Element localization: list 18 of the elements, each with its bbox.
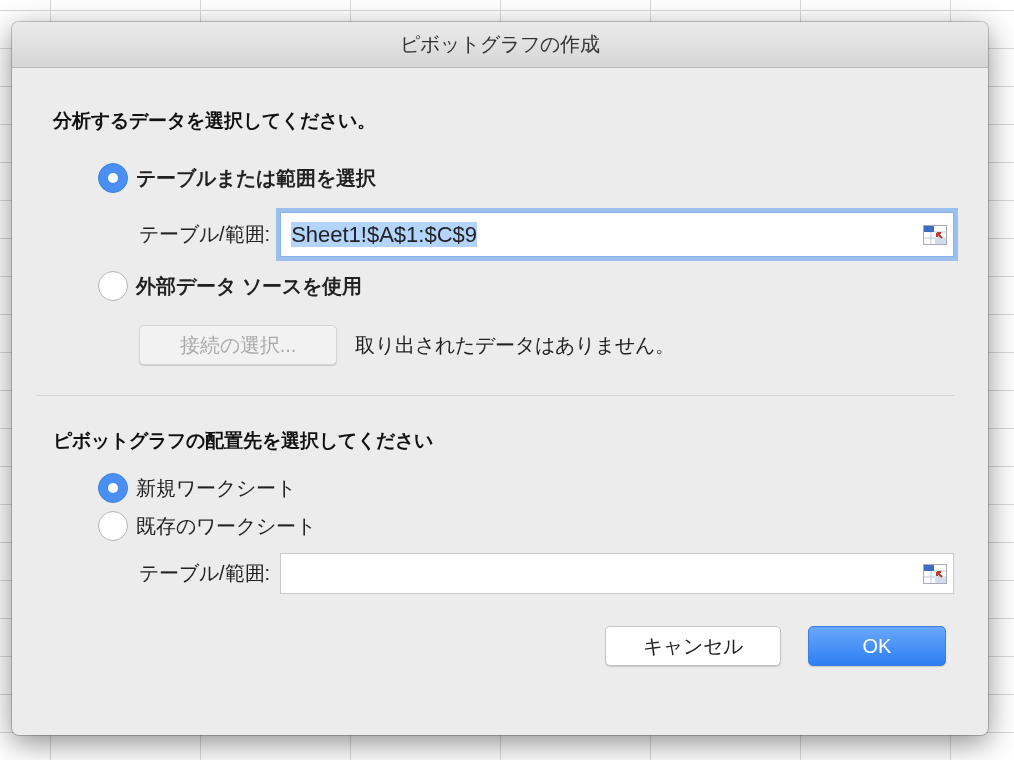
radio-button[interactable] <box>98 271 128 301</box>
range-input-field[interactable] <box>280 553 954 594</box>
field-label: テーブル/範囲: <box>139 222 271 247</box>
status-text: 取り出されたデータはありません。 <box>355 332 675 358</box>
field-label: テーブル/範囲: <box>139 561 271 586</box>
radio-button[interactable] <box>98 473 128 503</box>
section-heading: 分析するデータを選択してください。 <box>53 109 377 133</box>
option-label[interactable]: テーブルまたは範囲を選択 <box>136 164 376 192</box>
radio-button[interactable] <box>98 511 128 541</box>
option-label[interactable]: 新規ワークシート <box>136 474 296 502</box>
option-label[interactable]: 既存のワークシート <box>136 512 316 540</box>
section-heading: ピボットグラフの配置先を選択してください <box>53 429 434 453</box>
option-label[interactable]: 外部データ ソースを使用 <box>136 272 362 300</box>
cancel-button[interactable]: キャンセル <box>605 626 781 666</box>
window-title: ピボットグラフの作成 <box>400 32 600 57</box>
range-picker-icon[interactable] <box>923 224 947 245</box>
range-picker-icon[interactable] <box>923 563 947 584</box>
radio-button[interactable] <box>98 163 128 193</box>
